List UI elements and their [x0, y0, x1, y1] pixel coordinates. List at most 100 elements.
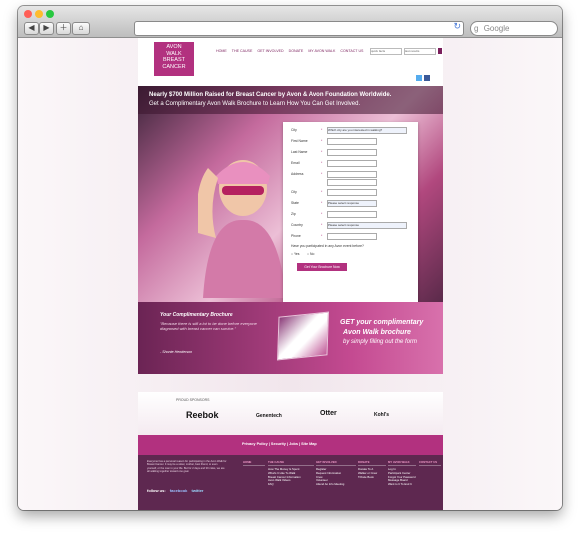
form-label: Phone [291, 234, 301, 238]
hero-headline: Nearly $700 Million Raised for Breast Ca… [149, 92, 392, 98]
logo-line: CANCER [162, 63, 186, 70]
last-name-input[interactable] [327, 149, 377, 156]
footer-link[interactable]: Attend An Info Meeting [316, 482, 356, 487]
city-input[interactable] [327, 189, 377, 196]
zoom-window-button[interactable] [46, 10, 54, 18]
footer-col-title[interactable]: CONTACT US [419, 460, 441, 466]
twitter-icon[interactable] [416, 75, 422, 81]
site-search-input[interactable]: quick facts [370, 48, 402, 55]
footer-utility-links[interactable]: Privacy Policy | Security | Jobs | Site … [242, 442, 317, 446]
participation-question: Have you participated in any Avon event … [291, 244, 364, 248]
footer-links-bar: Privacy Policy | Security | Jobs | Site … [138, 435, 443, 455]
yes-radio[interactable]: ○ Yes [291, 252, 299, 256]
sponsor-logo-otter[interactable]: Otter [320, 410, 337, 417]
footer-link[interactable]: Want to It To End It [388, 482, 416, 487]
first-name-input[interactable] [327, 138, 377, 145]
zip-input[interactable] [327, 211, 377, 218]
hero-banner: Nearly $700 Million Raised for Breast Ca… [138, 86, 443, 114]
promo-quote-author: - Shonte Henderson [160, 350, 193, 354]
search-placeholder: Google [483, 24, 510, 33]
nav-my-avon-walk[interactable]: MY AVON WALK [308, 49, 335, 53]
sponsor-logo-genentech[interactable]: Genentech [256, 413, 282, 419]
minimize-window-button[interactable] [35, 10, 43, 18]
form-label: Last Name [291, 150, 308, 154]
facebook-icon[interactable] [424, 75, 430, 81]
promo-get-line: Avon Walk brochure [343, 329, 411, 336]
footer-col-donate: DONATE Donate To A Walker or Crew Tribut… [358, 460, 386, 479]
site-container: AVON WALK BREAST CANCER HOME THE CAUSE G… [138, 38, 443, 510]
brochure-promo: Your Complimentary Brochure "Because the… [138, 302, 443, 374]
browser-toolbar: ◀ ▶ ＋ ⌂ ↻ g Google [18, 6, 562, 38]
browser-search-input[interactable]: g Google [470, 21, 558, 36]
required-mark: * [321, 201, 323, 205]
hero-subheadline: Get a Complimentary Avon Walk Brochure t… [149, 101, 361, 107]
footer-description: Everyone has a personal reason for parti… [147, 460, 227, 474]
close-window-button[interactable] [24, 10, 32, 18]
country-select[interactable]: Please select response [327, 222, 407, 229]
footer-link[interactable]: Tribute Book [358, 475, 386, 480]
site-footer: Everyone has a personal reason for parti… [138, 455, 443, 510]
footer-col-home: HOME [243, 460, 265, 468]
submit-brochure-button[interactable]: Get Your Brochure Now [297, 263, 347, 271]
sponsor-logo-kohls[interactable]: Kohl's [374, 412, 389, 418]
promo-get-line: GET your complimentary [340, 319, 424, 326]
promo-title: Your Complimentary Brochure [160, 312, 233, 318]
required-mark: * [321, 139, 323, 143]
sponsor-logo-reebok[interactable]: Reebok [186, 410, 219, 420]
form-label: Email [291, 161, 300, 165]
site-search-button[interactable] [438, 48, 442, 54]
walk-city-select[interactable]: Which city are you interested in walking… [327, 127, 407, 134]
add-bookmark-button[interactable]: ＋ [56, 22, 71, 35]
follow-us: follow us: facebook twitter [147, 488, 203, 493]
web-page: AVON WALK BREAST CANCER HOME THE CAUSE G… [18, 38, 562, 510]
required-mark: * [321, 223, 323, 227]
site-header: AVON WALK BREAST CANCER HOME THE CAUSE G… [138, 38, 443, 88]
nav-donate[interactable]: DONATE [289, 49, 304, 53]
footer-link[interactable]: FAQ [268, 482, 314, 487]
footer-col-contact: CONTACT US [419, 460, 441, 468]
facebook-link[interactable]: facebook [170, 488, 188, 493]
nav-home[interactable]: HOME [216, 49, 227, 53]
back-button[interactable]: ◀ [24, 22, 39, 35]
footer-col-title[interactable]: HOME [243, 460, 265, 466]
state-select[interactable]: Please select response [327, 200, 377, 207]
address-bar[interactable]: ↻ [134, 21, 464, 36]
twitter-link[interactable]: twitter [191, 488, 203, 493]
browser-window: ◀ ▶ ＋ ⌂ ↻ g Google AVON WALK BREAST CANC… [18, 6, 562, 510]
refresh-icon[interactable]: ↻ [453, 21, 461, 32]
footer-col-title[interactable]: THE CAUSE [268, 460, 314, 466]
footer-col-title[interactable]: MY AVON WALK [388, 460, 416, 466]
promo-get-line: by simply filling out the form [343, 339, 418, 345]
forward-button[interactable]: ▶ [39, 22, 54, 35]
hero-section: Nearly $700 Million Raised for Breast Ca… [138, 86, 443, 302]
required-mark: * [321, 128, 323, 132]
home-button[interactable]: ⌂ [72, 22, 90, 35]
site-search-input-secondary[interactable]: last results [404, 48, 436, 55]
footer-col-my-avon-walk: MY AVON WALK Log In Participant Center F… [388, 460, 416, 487]
sponsors-heading: PROUD SPONSORS [176, 398, 210, 402]
address-line-2-input[interactable] [327, 179, 377, 186]
required-mark: * [321, 161, 323, 165]
form-label: Address [291, 172, 304, 176]
form-label: City [291, 128, 297, 132]
brochure-request-form: City * Which city are you interested in … [283, 122, 418, 302]
form-label: State [291, 201, 299, 205]
search-engine-icon: g [474, 24, 479, 33]
required-mark: * [321, 172, 323, 176]
form-label: Zip [291, 212, 296, 216]
required-mark: * [321, 212, 323, 216]
footer-col-title[interactable]: GET INVOLVED [316, 460, 356, 466]
walker-photo [198, 160, 286, 298]
address-input[interactable] [327, 171, 377, 178]
follow-label: follow us: [147, 488, 166, 493]
footer-col-get-involved: GET INVOLVED Register Request Informatio… [316, 460, 356, 487]
phone-input[interactable] [327, 233, 377, 240]
email-input[interactable] [327, 160, 377, 167]
no-radio[interactable]: ○ No [307, 252, 314, 256]
avon-walk-logo[interactable]: AVON WALK BREAST CANCER [154, 42, 194, 76]
footer-col-title[interactable]: DONATE [358, 460, 386, 466]
nav-contact-us[interactable]: CONTACT US [340, 49, 363, 53]
nav-the-cause[interactable]: THE CAUSE [232, 49, 253, 53]
nav-get-involved[interactable]: GET INVOLVED [257, 49, 283, 53]
form-label: City [291, 190, 297, 194]
